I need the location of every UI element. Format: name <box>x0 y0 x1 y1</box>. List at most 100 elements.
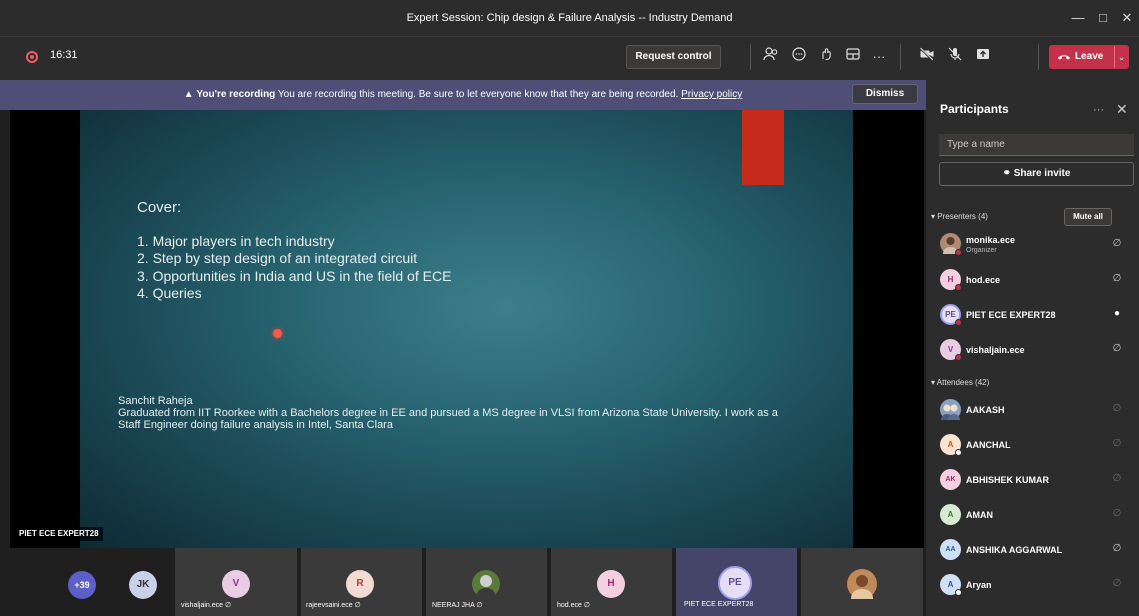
speaker-name: Sanchit Raheja <box>118 395 193 407</box>
attendees-header-label: Attendees (42) <box>936 378 990 387</box>
mute-all-button[interactable]: Mute all <box>1064 208 1112 226</box>
tile-name: PIET ECE EXPERT28 <box>684 601 754 608</box>
tile-name: vishaljain.ece ∅ <box>181 601 231 609</box>
phone-hangup-icon <box>1057 46 1073 68</box>
mic-icon: ∅ <box>1112 438 1122 449</box>
reactions-icon[interactable] <box>815 46 837 68</box>
privacy-policy-link[interactable]: Privacy policy <box>681 89 742 100</box>
recording-banner-text: ▲ You're recording You are recording thi… <box>0 80 926 110</box>
avatar: AA <box>940 539 961 560</box>
close-icon[interactable]: ✕ <box>1117 8 1137 28</box>
avatar: A <box>940 504 961 525</box>
participant-name: monika.ece <box>966 235 1016 245</box>
presenters-header-label: Presenters (4) <box>937 212 988 221</box>
tile-name: rajeevsaini.ece ∅ <box>306 601 361 609</box>
tile-name-text: vishaljain.ece <box>181 602 224 609</box>
participant-name: AAKASH <box>966 405 1005 415</box>
mic-icon: ∅ <box>1112 578 1122 589</box>
attendees-header[interactable]: ▾ Attendees (42) <box>931 378 989 387</box>
share-icon: ⚭ <box>1002 168 1011 179</box>
share-invite-button[interactable]: ⚭ Share invite <box>939 162 1134 186</box>
recording-icon <box>26 51 38 63</box>
chat-icon[interactable] <box>788 46 810 68</box>
avatar: H <box>597 570 625 598</box>
window-title: Expert Session: Chip design & Failure An… <box>406 12 733 24</box>
minimize-icon[interactable]: — <box>1068 8 1088 28</box>
participants-icon[interactable] <box>760 46 782 68</box>
profile-photo <box>940 399 961 420</box>
avatar: R <box>346 570 374 598</box>
tile-name-text: hod.ece <box>557 602 582 609</box>
rooms-icon[interactable] <box>842 46 864 68</box>
status-badge <box>955 249 962 256</box>
mic-icon: ∅ <box>476 602 483 609</box>
maximize-icon[interactable]: □ <box>1093 8 1113 28</box>
avatar: V <box>222 570 250 598</box>
close-icon[interactable]: ✕ <box>1116 101 1128 118</box>
participant-name: PIET ECE EXPERT28 <box>966 310 1056 320</box>
tile-name-text: NEERAJ JHA <box>432 602 475 609</box>
mic-off-icon: ∅ <box>354 602 361 609</box>
laser-pointer <box>273 329 282 338</box>
share-invite-label: Share invite <box>1013 168 1071 179</box>
participant-search-input[interactable] <box>939 134 1134 156</box>
banner-message: You are recording this meeting. Be sure … <box>277 89 679 100</box>
status-badge <box>955 589 962 596</box>
tile-name: hod.ece ∅ <box>557 601 590 609</box>
toolbar-divider <box>1038 44 1039 70</box>
toolbar-divider <box>900 44 901 70</box>
more-icon[interactable]: ··· <box>1093 104 1104 116</box>
mic-off-icon[interactable]: ∅ <box>1110 343 1124 357</box>
mic-off-icon[interactable]: ∅ <box>1110 273 1124 287</box>
mic-off-icon[interactable]: ∅ <box>1110 543 1124 557</box>
profile-photo <box>472 570 500 598</box>
status-badge <box>955 449 962 456</box>
presenters-header[interactable]: ▾ Presenters (4) <box>931 212 988 221</box>
status-badge <box>955 284 962 291</box>
more-icon[interactable]: ··· <box>868 46 890 68</box>
overflow-participants-button[interactable]: +39 <box>68 571 96 599</box>
avatar[interactable]: JK <box>129 571 157 599</box>
tile-name-text: rajeevsaini.ece <box>306 602 353 609</box>
mic-icon: ∅ <box>1112 403 1122 414</box>
slide-list-item: 1. Major players in tech industry <box>137 233 335 249</box>
status-badge <box>955 354 962 361</box>
presenter-label: PIET ECE EXPERT28 <box>15 527 103 541</box>
panel-title: Participants <box>940 102 1009 116</box>
chevron-down-icon: ▾ <box>931 212 936 221</box>
mic-off-icon: ∅ <box>224 602 232 609</box>
mic-off-icon[interactable]: ∅ <box>1110 238 1124 252</box>
slide-title: Cover: <box>137 199 182 216</box>
mic-icon: ∅ <box>1112 473 1122 484</box>
mic-off-icon[interactable] <box>944 46 966 68</box>
chevron-down-icon: ▾ <box>931 378 936 387</box>
mic-icon[interactable]: ● <box>1110 308 1124 322</box>
mic-off-icon: ∅ <box>583 602 590 609</box>
meeting-toolbar <box>0 36 1139 80</box>
participant-name: ABHISHEK KUMAR <box>966 475 1049 485</box>
profile-photo <box>847 569 877 599</box>
participant-name: AMAN <box>966 510 993 520</box>
slide-list-item: 2. Step by step design of an integrated … <box>137 250 418 266</box>
dismiss-button[interactable]: Dismiss <box>852 84 918 104</box>
slide-list-item: 4. Queries <box>137 285 202 301</box>
participant-role: Organizer <box>966 247 997 254</box>
tile-name: NEERAJ JHA ∅ <box>432 601 482 609</box>
meeting-timer: 16:31 <box>50 49 78 61</box>
presentation-slide <box>80 110 853 548</box>
share-icon[interactable] <box>972 46 994 68</box>
participant-name: Aryan <box>966 580 992 590</box>
chevron-down-icon[interactable]: ⌄ <box>1114 46 1128 68</box>
request-control-button[interactable]: Request control <box>626 45 721 69</box>
avatar: PE <box>718 566 752 600</box>
camera-off-icon[interactable] <box>916 46 938 68</box>
participant-name: AANCHAL <box>966 440 1011 450</box>
participant-name: hod.ece <box>966 275 1001 285</box>
slide-decoration <box>742 110 784 185</box>
avatar: AK <box>940 469 961 490</box>
slide-list-item: 3. Opportunities in India and US in the … <box>137 268 452 284</box>
participant-name: ANSHIKA AGGARWAL <box>966 545 1063 555</box>
participant-name: vishaljain.ece <box>966 345 1025 355</box>
toolbar-divider <box>750 44 751 70</box>
speaker-bio: Graduated from IIT Roorkee with a Bachel… <box>118 407 778 431</box>
